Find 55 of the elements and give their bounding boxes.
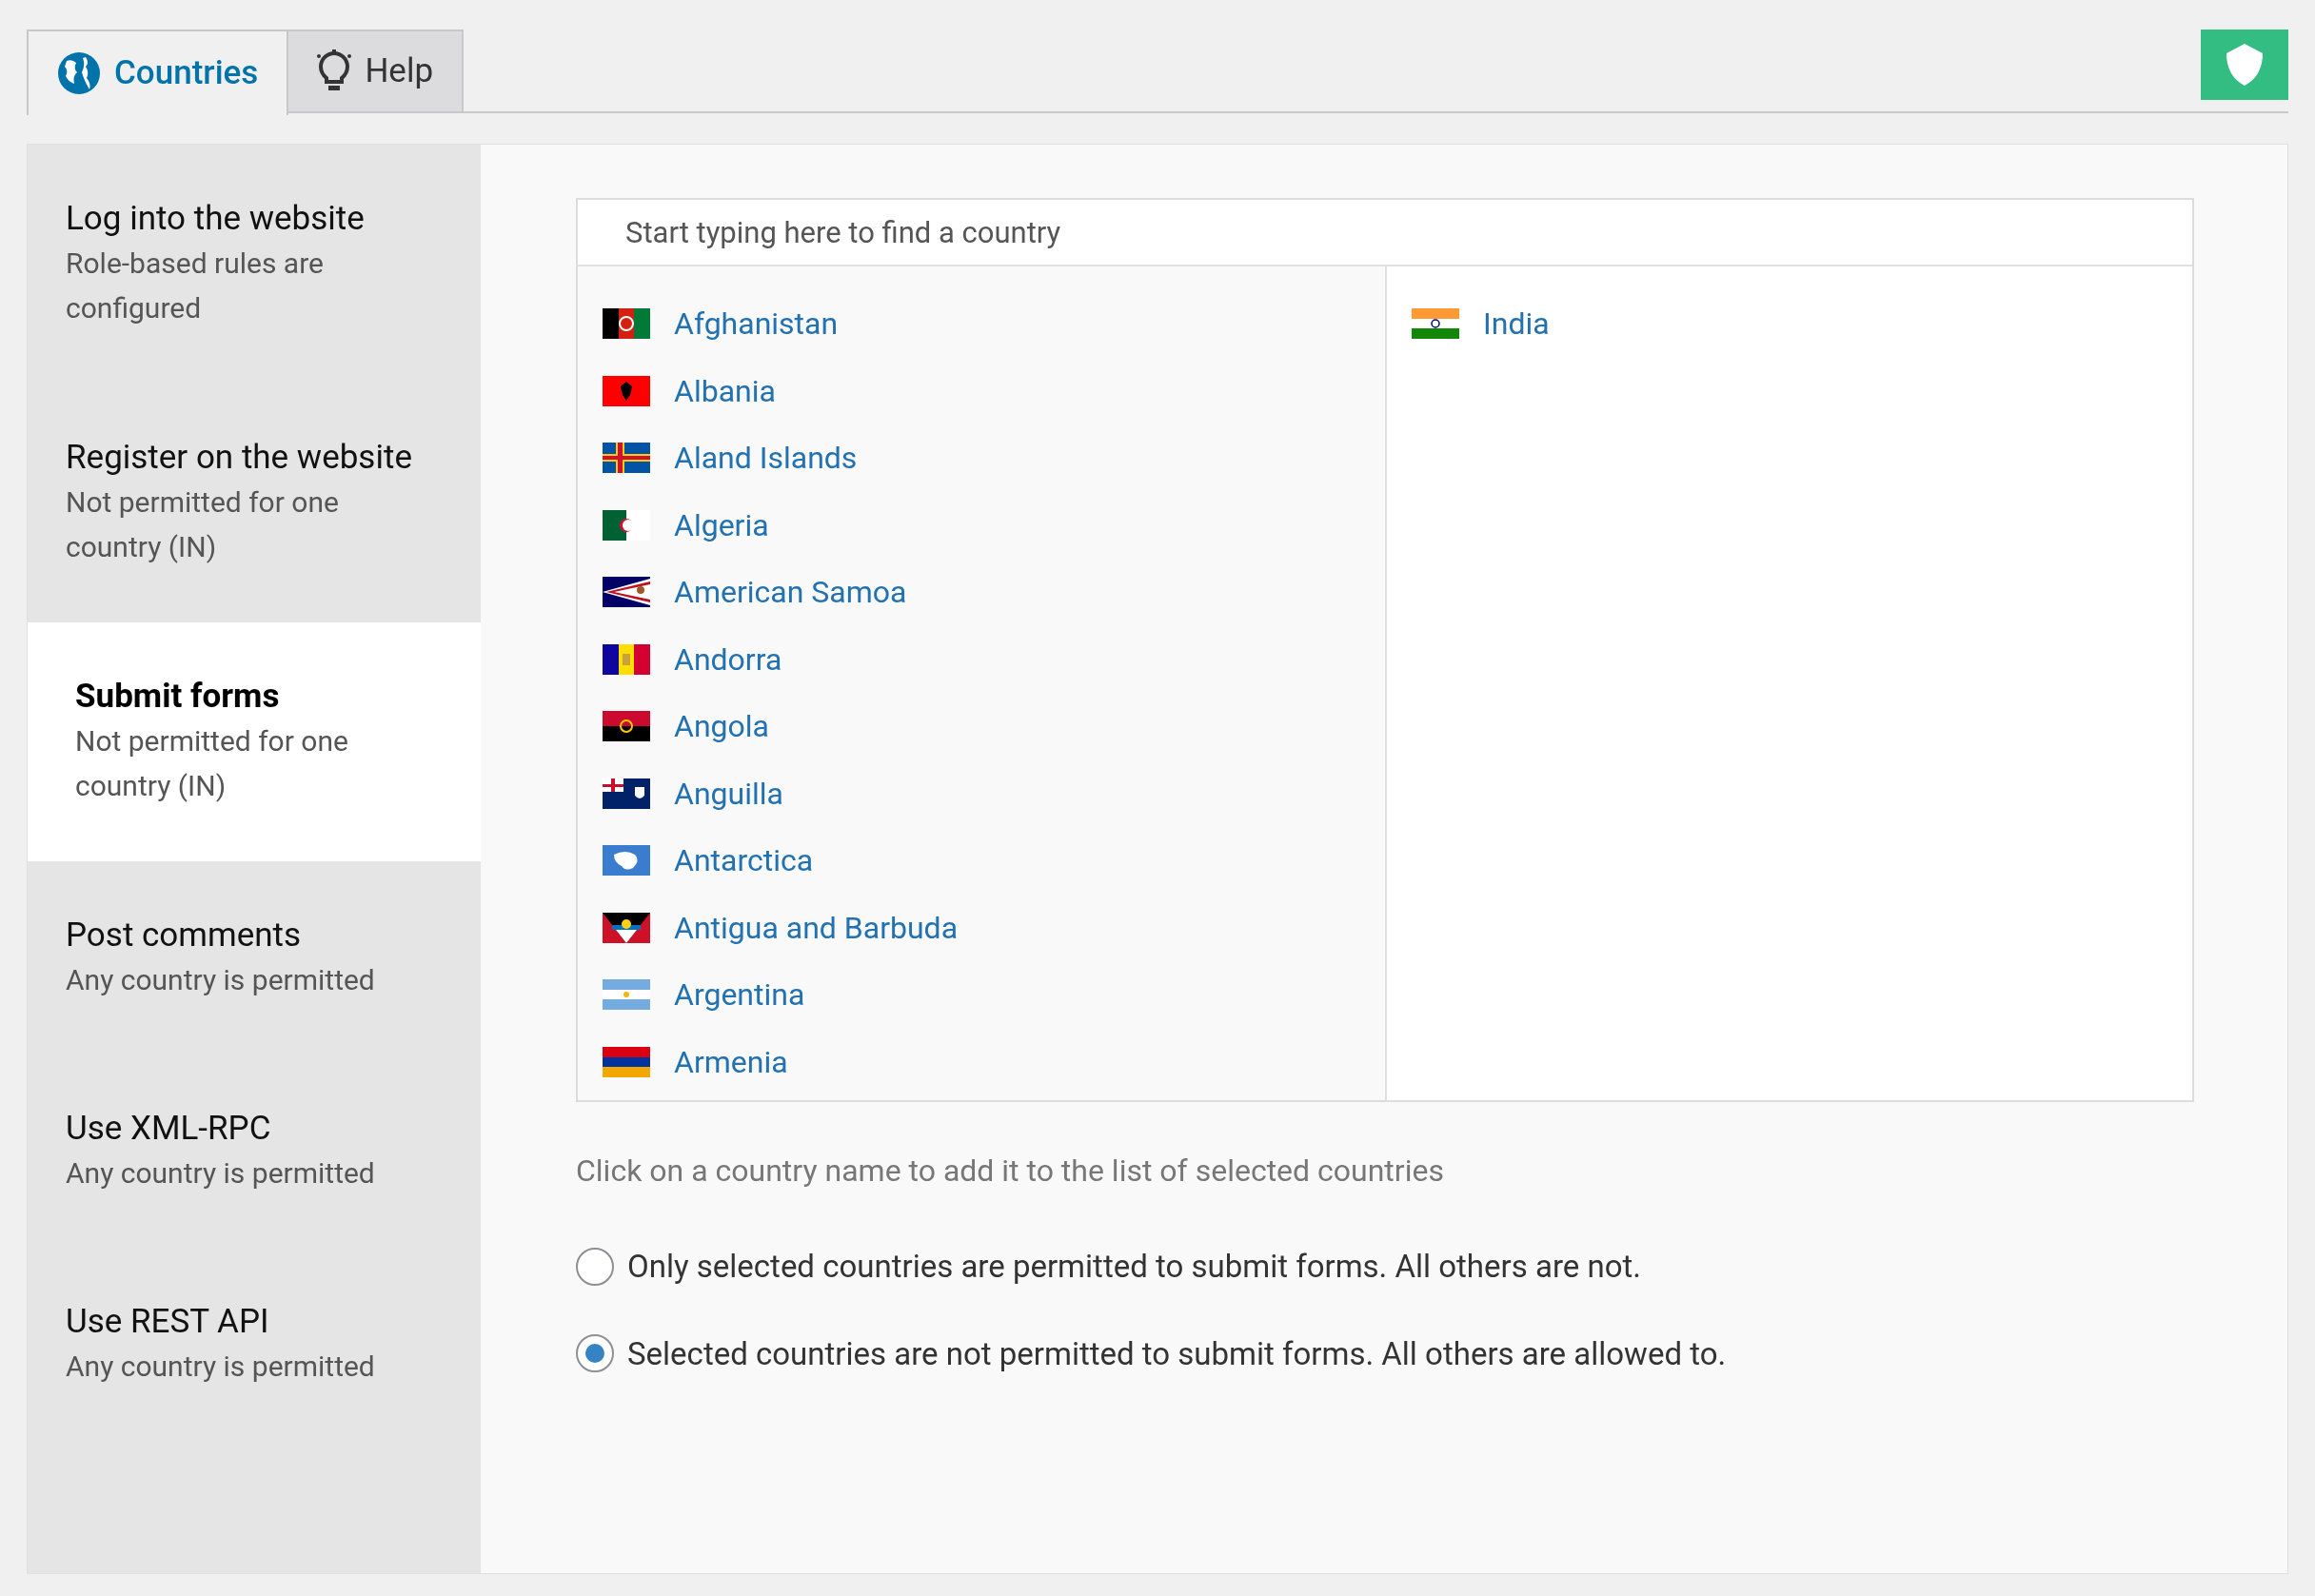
item-description: Not permitted for one country (IN) xyxy=(66,484,340,565)
flag-icon xyxy=(603,912,650,943)
sidebar-item[interactable]: Use REST API Any country is permitted xyxy=(28,1248,481,1441)
country-item[interactable]: India xyxy=(1412,290,2167,358)
country-item[interactable]: Afghanistan xyxy=(603,290,1360,358)
country-item[interactable]: Algeria xyxy=(603,491,1360,559)
item-description: Any country is permitted xyxy=(66,1155,376,1192)
sidebar-item[interactable]: Log into the website Role-based rules are configured xyxy=(28,145,481,384)
radio-button[interactable] xyxy=(576,1334,614,1373)
item-description: Not permitted for one country (IN) xyxy=(75,723,349,804)
flag-icon xyxy=(1412,308,1459,340)
country-item[interactable]: American Samoa xyxy=(603,559,1360,626)
tab[interactable]: Help xyxy=(288,30,465,113)
sidebar-item[interactable]: Post comments Any country is permitted xyxy=(28,861,481,1054)
country-item[interactable]: Albania xyxy=(603,357,1360,424)
flag-icon xyxy=(603,643,650,675)
flag-icon xyxy=(603,1046,650,1077)
globe-icon xyxy=(57,51,101,95)
item-title: Log into the website xyxy=(66,198,366,240)
flag-icon xyxy=(603,375,650,406)
item-description: Any country is permitted xyxy=(66,1349,376,1385)
country-item[interactable]: Armenia xyxy=(603,1028,1360,1095)
tab[interactable]: Countries xyxy=(27,30,289,115)
item-description: Any country is permitted xyxy=(66,962,376,998)
shield-button[interactable] xyxy=(2201,30,2288,100)
flag-icon xyxy=(603,711,650,742)
country-item[interactable]: Argentina xyxy=(603,961,1360,1029)
item-title: Register on the website xyxy=(66,437,413,479)
country-item[interactable]: Anguilla xyxy=(603,759,1360,827)
item-title: Use REST API xyxy=(66,1301,270,1343)
radio-button[interactable] xyxy=(576,1247,614,1286)
lightbulb-icon xyxy=(317,49,352,93)
shield-icon xyxy=(2226,44,2263,86)
flag-icon xyxy=(603,845,650,877)
flag-icon xyxy=(603,979,650,1011)
flag-icon xyxy=(603,443,650,474)
sidebar-item[interactable]: Use XML-RPC Any country is permitted xyxy=(28,1054,481,1248)
country-item[interactable]: Angola xyxy=(603,693,1360,760)
country-item[interactable]: Antarctica xyxy=(603,827,1360,895)
flag-icon xyxy=(603,509,650,541)
hint-text: Click on a country name to add it to the list of selected countries xyxy=(576,1152,1445,1191)
item-title: Use XML-RPC xyxy=(66,1108,272,1150)
sidebar-item[interactable]: Submit forms Not permitted for one country (IN) xyxy=(28,622,481,861)
item-title: Post comments xyxy=(66,915,303,956)
flag-icon xyxy=(603,778,650,809)
country-item[interactable]: Andorra xyxy=(603,625,1360,693)
flag-icon xyxy=(603,308,650,340)
option-label: Only selected countries are permitted to submit forms. All others are not. xyxy=(627,1247,1641,1287)
country-item[interactable]: Antigua and Barbuda xyxy=(603,894,1360,961)
sidebar-item[interactable]: Register on the website Not permitted for one country (IN) xyxy=(28,384,481,622)
country-item[interactable]: Aland Islands xyxy=(603,424,1360,492)
option-label: Selected countries are not permitted to submit forms. All others are allowed to. xyxy=(627,1333,1727,1374)
item-title: Submit forms xyxy=(75,676,281,718)
flag-icon xyxy=(603,577,650,608)
item-description: Role-based rules are configured xyxy=(66,246,325,326)
